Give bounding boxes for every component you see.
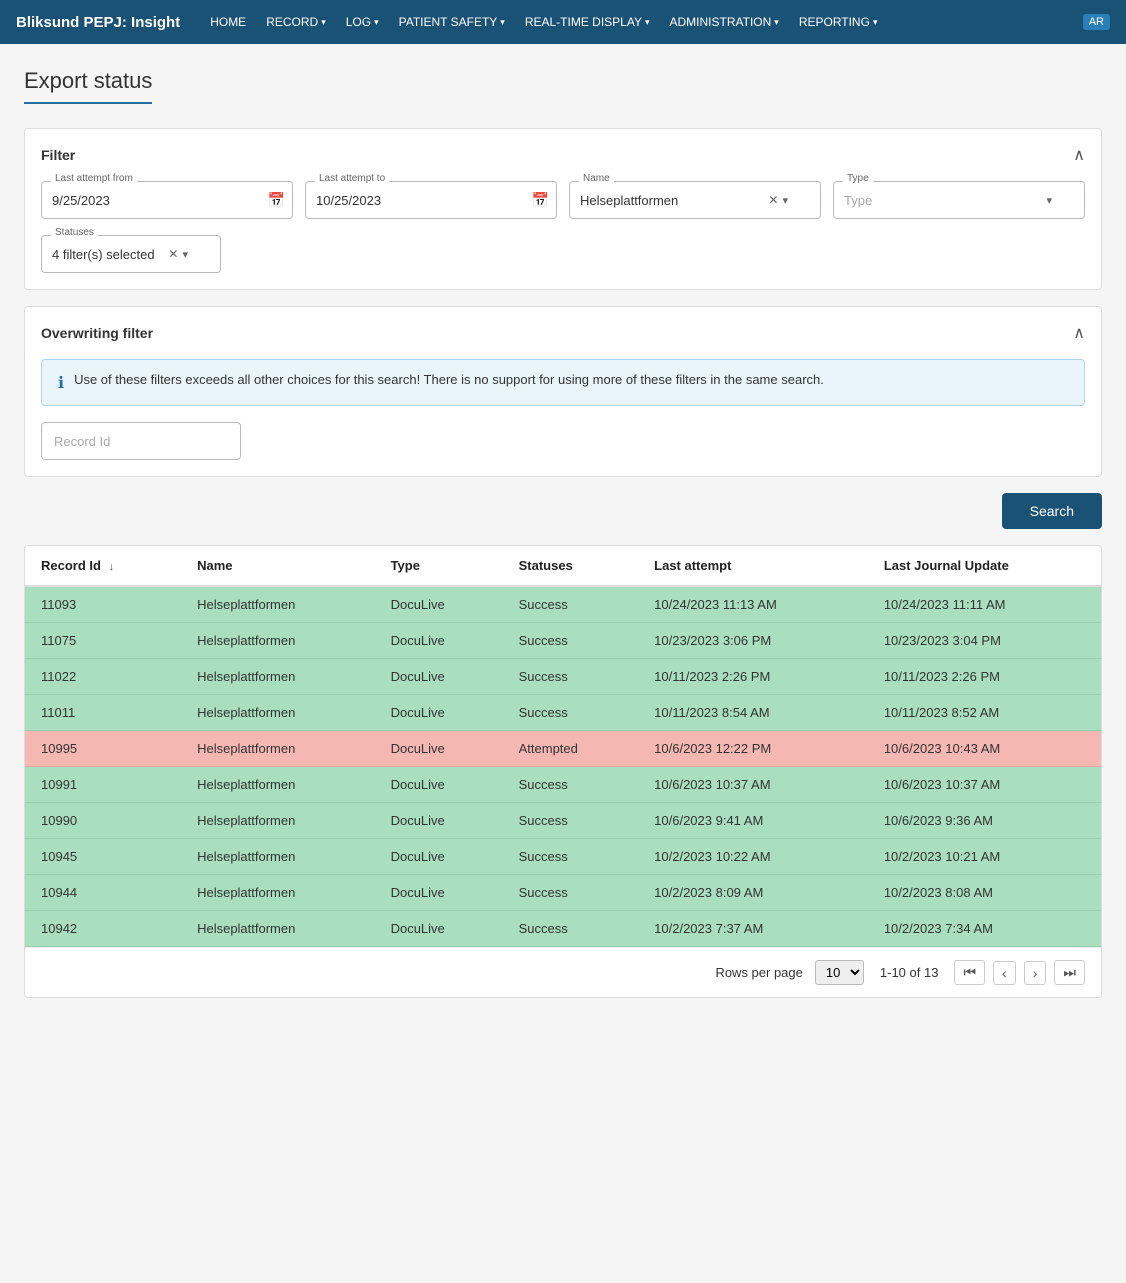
nav-patient-safety[interactable]: PATIENT SAFETY ▾: [389, 0, 515, 44]
last-attempt-from-input[interactable]: [41, 181, 293, 219]
table-row[interactable]: 10990HelseplattformenDocuLiveSuccess10/6…: [25, 803, 1101, 839]
sort-icon: ↓: [109, 561, 115, 573]
info-icon: ℹ: [58, 373, 64, 393]
chevron-down-icon: ▾: [374, 17, 379, 28]
table-row[interactable]: 10991HelseplattformenDocuLiveSuccess10/6…: [25, 767, 1101, 803]
nav-realtime-display[interactable]: REAL-TIME DISPLAY ▾: [515, 0, 660, 44]
table-header: Record Id ↓ Name Type Statuses Last atte…: [25, 546, 1101, 586]
statuses-label: Statuses: [51, 227, 98, 238]
collapse-icon[interactable]: ∧: [1073, 145, 1085, 165]
nav-reporting[interactable]: REPORTING ▾: [789, 0, 888, 44]
rows-per-page-label: Rows per page: [715, 965, 802, 980]
col-name: Name: [181, 546, 375, 586]
table-row[interactable]: 11075HelseplattformenDocuLiveSuccess10/2…: [25, 623, 1101, 659]
chevron-down-icon[interactable]: ▾: [182, 248, 188, 261]
info-box: ℹ Use of these filters exceeds all other…: [41, 359, 1085, 406]
statuses-select[interactable]: 4 filter(s) selected ✕ ▾: [41, 235, 221, 273]
rows-per-page-select[interactable]: 10 25 50: [815, 960, 864, 985]
filter-card-title: Filter: [41, 147, 75, 163]
chevron-down-icon: ▾: [321, 17, 326, 28]
last-attempt-to-label: Last attempt to: [315, 173, 389, 184]
navbar: Bliksund PEPJ: Insight HOME RECORD ▾ LOG…: [0, 0, 1126, 44]
clear-statuses-icon[interactable]: ✕: [168, 247, 178, 261]
search-button[interactable]: Search: [1002, 493, 1102, 529]
table-row[interactable]: 10995HelseplattformenDocuLiveAttempted10…: [25, 731, 1101, 767]
name-select[interactable]: Helseplattformen ✕ ▾: [569, 181, 821, 219]
table-body: 11093HelseplattformenDocuLiveSuccess10/2…: [25, 586, 1101, 947]
nav-administration[interactable]: ADMINISTRATION ▾: [660, 0, 789, 44]
filter-card: Filter ∧ Last attempt from 📅 Last attemp…: [24, 128, 1102, 290]
chevron-down-icon: ▾: [774, 17, 779, 28]
calendar-icon[interactable]: 📅: [532, 192, 549, 209]
info-text: Use of these filters exceeds all other c…: [74, 372, 824, 387]
chevron-down-icon[interactable]: ▾: [782, 194, 788, 207]
last-attempt-from-label: Last attempt from: [51, 173, 137, 184]
nav-home[interactable]: HOME: [200, 0, 256, 44]
filter-card-header: Filter ∧: [41, 145, 1085, 165]
last-attempt-to-input[interactable]: [305, 181, 557, 219]
type-field: Type Type ▾: [833, 181, 1085, 219]
app-brand[interactable]: Bliksund PEPJ: Insight: [16, 14, 180, 31]
next-page-button[interactable]: ›: [1024, 961, 1047, 985]
record-id-input[interactable]: [41, 422, 241, 460]
overwriting-filter-header: Overwriting filter ∧: [41, 323, 1085, 343]
table-row[interactable]: 10944HelseplattformenDocuLiveSuccess10/2…: [25, 875, 1101, 911]
table-row[interactable]: 11022HelseplattformenDocuLiveSuccess10/1…: [25, 659, 1101, 695]
col-last-attempt: Last attempt: [638, 546, 868, 586]
type-select[interactable]: Type ▾: [833, 181, 1085, 219]
results-table: Record Id ↓ Name Type Statuses Last atte…: [25, 546, 1101, 947]
name-field: Name Helseplattformen ✕ ▾: [569, 181, 821, 219]
nav-items: HOME RECORD ▾ LOG ▾ PATIENT SAFETY ▾ REA…: [200, 0, 1083, 44]
first-page-button[interactable]: ⏮: [954, 960, 985, 985]
table-row[interactable]: 11011HelseplattformenDocuLiveSuccess10/1…: [25, 695, 1101, 731]
table-row[interactable]: 11093HelseplattformenDocuLiveSuccess10/2…: [25, 586, 1101, 623]
main-content: Export status Filter ∧ Last attempt from…: [0, 44, 1126, 1283]
nav-log[interactable]: LOG ▾: [336, 0, 389, 44]
col-type: Type: [375, 546, 503, 586]
nav-record[interactable]: RECORD ▾: [256, 0, 336, 44]
clear-name-icon[interactable]: ✕: [768, 193, 778, 207]
collapse-icon[interactable]: ∧: [1073, 323, 1085, 343]
col-last-journal: Last Journal Update: [868, 546, 1101, 586]
chevron-down-icon: ▾: [645, 17, 650, 28]
search-btn-row: Search: [24, 493, 1102, 529]
filter-row-1: Last attempt from 📅 Last attempt to 📅 Na…: [41, 181, 1085, 219]
chevron-down-icon: ▾: [873, 17, 878, 28]
pagination-bar: Rows per page 10 25 50 1-10 of 13 ⏮ ‹ › …: [25, 947, 1101, 997]
chevron-down-icon[interactable]: ▾: [1046, 194, 1052, 207]
prev-page-button[interactable]: ‹: [993, 961, 1016, 985]
chevron-down-icon: ▾: [500, 17, 505, 28]
col-record-id[interactable]: Record Id ↓: [25, 546, 181, 586]
col-statuses: Statuses: [503, 546, 639, 586]
last-attempt-from-field: Last attempt from 📅: [41, 181, 293, 219]
calendar-icon[interactable]: 📅: [268, 192, 285, 209]
overwriting-filter-title: Overwriting filter: [41, 325, 153, 341]
table-row[interactable]: 10945HelseplattformenDocuLiveSuccess10/2…: [25, 839, 1101, 875]
last-attempt-to-field: Last attempt to 📅: [305, 181, 557, 219]
results-table-wrapper: Record Id ↓ Name Type Statuses Last atte…: [24, 545, 1102, 998]
page-title: Export status: [24, 68, 152, 104]
statuses-field: Statuses 4 filter(s) selected ✕ ▾: [41, 235, 221, 273]
user-badge[interactable]: AR: [1083, 14, 1110, 30]
page-info: 1-10 of 13: [880, 965, 939, 980]
table-row[interactable]: 10942HelseplattformenDocuLiveSuccess10/2…: [25, 911, 1101, 947]
name-label: Name: [579, 173, 614, 184]
type-label: Type: [843, 173, 873, 184]
filter-row-2: Statuses 4 filter(s) selected ✕ ▾: [41, 235, 1085, 273]
overwriting-filter-card: Overwriting filter ∧ ℹ Use of these filt…: [24, 306, 1102, 477]
last-page-button[interactable]: ⏭: [1054, 960, 1085, 985]
